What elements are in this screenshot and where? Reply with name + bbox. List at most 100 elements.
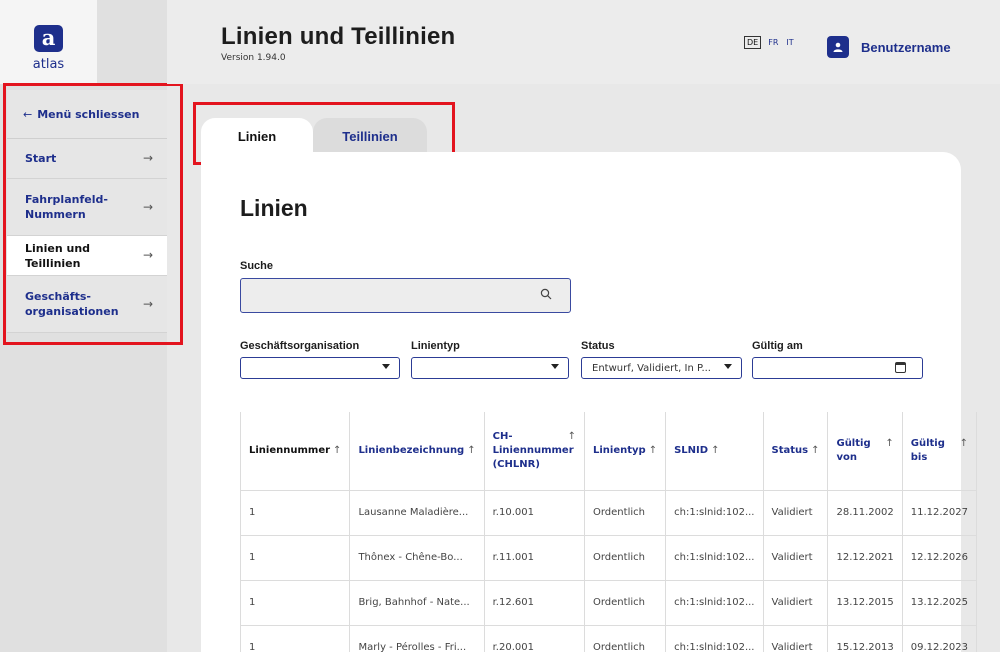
sidebar: a atlas ← Menü schliessen Start → Fahrpl…	[0, 0, 167, 652]
user-button[interactable]: Benutzername	[827, 35, 951, 59]
cell-gueltig-bis: 09.12.2023	[902, 624, 978, 652]
language-switcher: DE FR IT	[744, 36, 795, 49]
cell-status: Validiert	[763, 534, 829, 580]
column-header-slnid[interactable]: SLNID ↑	[665, 412, 764, 490]
valid-on-datepicker[interactable]	[752, 357, 923, 379]
sidebar-item-label: Geschäfts-organisationen	[25, 290, 119, 318]
sidebar-item-linien[interactable]: Linien und Teillinien →	[7, 236, 167, 276]
cell-linienbezeichnung: Lausanne Maladière...	[349, 489, 485, 535]
cell-gueltig-bis: 13.12.2025	[902, 579, 978, 625]
table-row[interactable]: 1 Brig, Bahnhof - Nate... r.12.601 Orden…	[239, 579, 978, 625]
sort-arrow-icon: ↑	[467, 444, 476, 456]
arrow-right-icon: →	[142, 248, 153, 262]
sidebar-item-label: Start	[25, 152, 57, 165]
close-menu-button[interactable]: ← Menü schliessen	[7, 90, 167, 139]
cell-linientyp: Ordentlich	[584, 489, 667, 535]
logo-text: atlas	[32, 57, 65, 72]
cell-linientyp: Ordentlich	[584, 579, 667, 625]
tab-teillinien[interactable]: Teillinien	[313, 118, 427, 154]
cell-chlnr: r.10.001	[484, 489, 586, 535]
atlas-logo-icon: a	[34, 25, 63, 52]
column-header-gueltig-bis[interactable]: Gültig bis ↑	[902, 412, 978, 490]
column-label: Status	[771, 444, 809, 456]
cell-gueltig-von: 13.12.2015	[827, 579, 903, 625]
user-name: Benutzername	[861, 39, 951, 55]
cell-gueltig-von: 15.12.2013	[827, 624, 903, 652]
column-header-chlnr[interactable]: CH-Liniennummer (CHLNR) ↑	[484, 412, 586, 490]
header: Linien und Teillinien Version 1.94.0 DE …	[167, 0, 1000, 84]
column-label: Linienbezeichnung	[358, 444, 465, 456]
sort-arrow-icon: ↑	[648, 444, 658, 456]
valid-on-label: Gültig am	[752, 340, 803, 352]
arrow-right-icon: →	[142, 296, 153, 311]
table-row[interactable]: 1 Lausanne Maladière... r.10.001 Ordentl…	[239, 489, 978, 535]
cell-linientyp: Ordentlich	[584, 624, 667, 652]
sort-arrow-icon: ↑	[885, 437, 894, 449]
logo[interactable]: a atlas	[0, 0, 97, 84]
caret-down-icon	[382, 364, 390, 369]
cell-slnid: ch:1:slnid:102...	[665, 624, 764, 652]
cell-liniennummer: 1	[239, 489, 351, 535]
business-org-label: Geschäftsorganisation	[240, 340, 360, 352]
tab-linien[interactable]: Linien	[201, 118, 313, 154]
status-value: Entwurf, Validiert, In P...	[592, 362, 711, 374]
search-label: Suche	[240, 260, 274, 272]
column-label: Gültig von	[836, 437, 871, 463]
column-label: Liniennummer	[249, 444, 331, 456]
sidebar-item-label: Linien und Teillinien	[25, 241, 91, 270]
sidebar-item-label: Fahrplanfeld-Nummern	[25, 193, 108, 221]
column-header-status[interactable]: Status ↑	[763, 412, 829, 490]
column-header-liniennummer[interactable]: Liniennummer ↑	[239, 412, 351, 490]
content-card: Linien Suche Geschäftsorganisation Linie…	[201, 152, 978, 652]
close-menu-label: Menü schliessen	[37, 107, 140, 121]
cell-liniennummer: 1	[239, 534, 351, 580]
sort-arrow-icon: ↑	[811, 444, 820, 456]
sort-arrow-icon: ↑	[567, 430, 576, 442]
sidebar-item-geschaeftsorganisationen[interactable]: Geschäfts-organisationen →	[7, 276, 167, 333]
column-header-gueltig-von[interactable]: Gültig von ↑	[827, 412, 903, 490]
column-header-linienbezeichnung[interactable]: Linienbezeichnung ↑	[349, 412, 485, 490]
sort-arrow-icon: ↑	[959, 437, 969, 449]
arrow-right-icon: →	[142, 151, 153, 165]
lang-fr[interactable]: FR	[767, 36, 779, 49]
page-title: Linien und Teillinien	[221, 23, 456, 50]
search-icon[interactable]	[540, 288, 552, 303]
cell-chlnr: r.20.001	[484, 624, 586, 652]
cell-slnid: ch:1:slnid:102...	[665, 579, 764, 625]
cell-linienbezeichnung: Brig, Bahnhof - Nate...	[349, 579, 485, 625]
table-row[interactable]: 1 Thônex - Chêne-Bo... r.11.001 Ordentli…	[239, 534, 978, 580]
sidebar-item-start[interactable]: Start →	[7, 139, 167, 179]
table-row[interactable]: 1 Marly - Pérolles - Fri... r.20.001 Ord…	[239, 624, 978, 652]
lang-de[interactable]: DE	[744, 36, 762, 49]
cell-status: Validiert	[763, 624, 829, 652]
status-select[interactable]: Entwurf, Validiert, In P...	[581, 357, 742, 379]
version-label: Version 1.94.0	[221, 53, 286, 63]
cell-linienbezeichnung: Marly - Pérolles - Fri...	[349, 624, 485, 652]
sort-arrow-icon: ↑	[711, 444, 720, 456]
user-icon	[827, 36, 849, 58]
business-org-select[interactable]	[240, 357, 400, 379]
lines-table: Liniennummer ↑ Linienbezeichnung ↑ CH-Lini…	[239, 412, 978, 652]
search-input[interactable]	[241, 279, 521, 312]
cell-gueltig-bis: 12.12.2026	[902, 534, 978, 580]
arrow-right-icon: →	[142, 199, 153, 214]
sidebar-item-fahrplanfeld[interactable]: Fahrplanfeld-Nummern →	[7, 179, 167, 236]
column-label: Gültig bis	[910, 437, 945, 463]
cell-gueltig-von: 12.12.2021	[827, 534, 903, 580]
cell-liniennummer: 1	[239, 624, 351, 652]
cell-linientyp: Ordentlich	[584, 534, 667, 580]
search-field	[240, 278, 571, 313]
line-type-select[interactable]	[411, 357, 569, 379]
cell-slnid: ch:1:slnid:102...	[665, 534, 764, 580]
column-header-linientyp[interactable]: Linientyp ↑	[584, 412, 667, 490]
section-title: Linien	[240, 195, 308, 221]
column-label: CH-Liniennummer (CHLNR)	[492, 430, 574, 470]
table-header-row: Liniennummer ↑ Linienbezeichnung ↑ CH-Lini…	[239, 412, 978, 490]
calendar-icon[interactable]	[895, 362, 906, 373]
lang-it[interactable]: IT	[785, 36, 794, 49]
arrow-left-icon: ←	[23, 107, 33, 121]
cell-slnid: ch:1:slnid:102...	[665, 489, 764, 535]
cell-gueltig-bis: 11.12.2027	[902, 489, 978, 535]
caret-down-icon	[724, 364, 732, 369]
cell-gueltig-von: 28.11.2002	[827, 489, 903, 535]
